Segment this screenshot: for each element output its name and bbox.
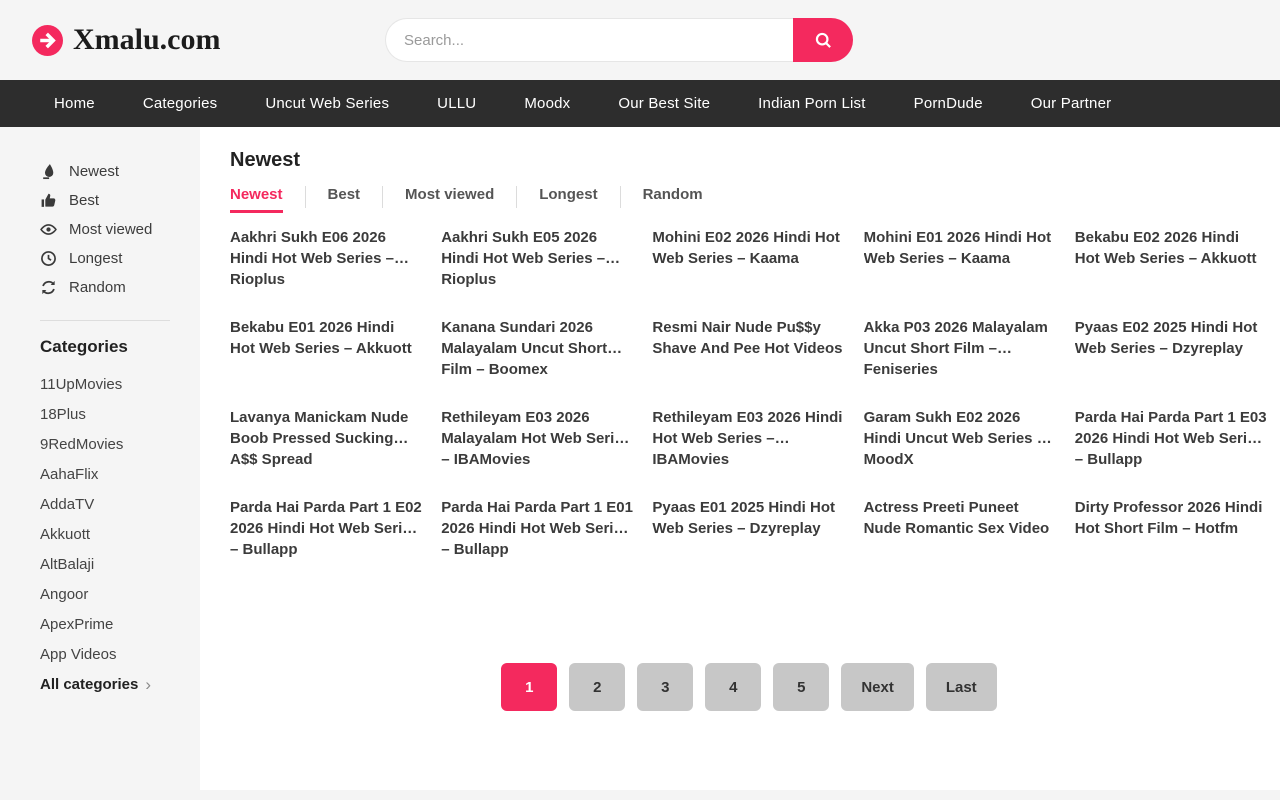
site-logo[interactable]: Xmalu.com bbox=[32, 23, 220, 57]
quill-icon bbox=[40, 163, 57, 180]
video-title-link[interactable]: Rethileyam E03 2026 Malayalam Hot Web Se… bbox=[441, 407, 634, 497]
pagination-button[interactable]: Last bbox=[926, 663, 997, 711]
video-title-link[interactable]: Dirty Professor 2026 Hindi Hot Short Fil… bbox=[1075, 497, 1268, 587]
nav-item[interactable]: Uncut Web Series bbox=[265, 95, 389, 112]
sidebar-sort-nav: Newest Best Most viewed Longest bbox=[0, 157, 200, 302]
video-title-link[interactable]: Bekabu E02 2026 Hindi Hot Web Series – A… bbox=[1075, 227, 1268, 317]
video-title-link[interactable]: Kanana Sundari 2026 Malayalam Uncut Shor… bbox=[441, 317, 634, 407]
pagination-button[interactable]: 2 bbox=[569, 663, 625, 711]
video-title-link[interactable]: Parda Hai Parda Part 1 E02 2026 Hindi Ho… bbox=[230, 497, 423, 587]
sort-tab[interactable]: Longest bbox=[539, 186, 642, 213]
category-link[interactable]: ApexPrime bbox=[0, 609, 200, 639]
thumbs-up-icon bbox=[40, 192, 57, 209]
sidebar-sort-label: Random bbox=[69, 279, 126, 296]
sort-tab-label: Random bbox=[643, 186, 703, 213]
search-input[interactable] bbox=[385, 18, 793, 62]
nav-item[interactable]: PornDude bbox=[914, 95, 983, 112]
nav-item[interactable]: Our Best Site bbox=[618, 95, 710, 112]
pagination-button[interactable]: 4 bbox=[705, 663, 761, 711]
sort-tab-label: Most viewed bbox=[405, 186, 494, 213]
sidebar-sort-item[interactable]: Best bbox=[0, 186, 200, 215]
category-link[interactable]: 11UpMovies bbox=[0, 369, 200, 399]
sidebar-sort-item[interactable]: Random bbox=[0, 273, 200, 302]
nav-item[interactable]: ULLU bbox=[437, 95, 476, 112]
all-categories-label: All categories bbox=[40, 676, 138, 693]
sidebar-sort-label: Longest bbox=[69, 250, 122, 267]
chevron-right-icon: › bbox=[145, 676, 151, 693]
page-title: Newest bbox=[230, 149, 1268, 172]
video-title-link[interactable]: Resmi Nair Nude Pu$$y Shave And Pee Hot … bbox=[652, 317, 845, 407]
pagination: 1 2 3 4 5 Next Last bbox=[230, 663, 1268, 711]
video-title-link[interactable]: Pyaas E01 2025 Hindi Hot Web Series – Dz… bbox=[652, 497, 845, 587]
sort-tab[interactable]: Random bbox=[643, 186, 703, 213]
sidebar-sort-item[interactable]: Newest bbox=[0, 157, 200, 186]
category-link[interactable]: 9RedMovies bbox=[0, 429, 200, 459]
category-link[interactable]: Angoor bbox=[0, 579, 200, 609]
pagination-button[interactable]: 5 bbox=[773, 663, 829, 711]
video-title-link[interactable]: Lavanya Manickam Nude Boob Pressed Sucki… bbox=[230, 407, 423, 497]
video-title-link[interactable]: Parda Hai Parda Part 1 E01 2026 Hindi Ho… bbox=[441, 497, 634, 587]
nav-item[interactable]: Home bbox=[54, 95, 95, 112]
main-content: Newest Newest Best Most viewed Longest bbox=[200, 127, 1280, 790]
site-title: Xmalu.com bbox=[73, 23, 220, 57]
video-title-link[interactable]: Parda Hai Parda Part 1 E03 2026 Hindi Ho… bbox=[1075, 407, 1268, 497]
sort-tabs: Newest Best Most viewed Longest Random bbox=[230, 186, 1268, 213]
search-form bbox=[385, 18, 853, 62]
video-title-link[interactable]: Actress Preeti Puneet Nude Romantic Sex … bbox=[864, 497, 1057, 587]
header: Xmalu.com bbox=[0, 0, 1280, 80]
nav-item[interactable]: Our Partner bbox=[1031, 95, 1112, 112]
pagination-button[interactable]: Next bbox=[841, 663, 914, 711]
sort-tab[interactable]: Most viewed bbox=[405, 186, 539, 213]
video-title-link[interactable]: Pyaas E02 2025 Hindi Hot Web Series – Dz… bbox=[1075, 317, 1268, 407]
sort-tab-label: Longest bbox=[539, 186, 597, 213]
footer-strip bbox=[0, 790, 1280, 800]
sidebar-sort-item[interactable]: Longest bbox=[0, 244, 200, 273]
category-link[interactable]: 18Plus bbox=[0, 399, 200, 429]
nav-item[interactable]: Moodx bbox=[524, 95, 570, 112]
nav-item[interactable]: Categories bbox=[143, 95, 218, 112]
search-button[interactable] bbox=[793, 18, 853, 62]
main-nav: Home Categories Uncut Web Series ULLU Mo… bbox=[0, 80, 1280, 127]
search-icon bbox=[813, 30, 834, 51]
sidebar-sort-label: Best bbox=[69, 192, 99, 209]
categories-heading: Categories bbox=[0, 337, 200, 357]
arrow-circle-right-icon bbox=[32, 25, 63, 56]
all-categories-link[interactable]: All categories › bbox=[0, 669, 200, 693]
eye-icon bbox=[40, 221, 57, 238]
video-title-link[interactable]: Aakhri Sukh E05 2026 Hindi Hot Web Serie… bbox=[441, 227, 634, 317]
pagination-button[interactable]: 1 bbox=[501, 663, 557, 711]
video-title-link[interactable]: Rethileyam E03 2026 Hindi Hot Web Series… bbox=[652, 407, 845, 497]
sidebar-sort-label: Most viewed bbox=[69, 221, 152, 238]
category-link[interactable]: Akkuott bbox=[0, 519, 200, 549]
sidebar-divider bbox=[40, 320, 170, 321]
sort-tab[interactable]: Best bbox=[328, 186, 406, 213]
video-title-link[interactable]: Garam Sukh E02 2026 Hindi Uncut Web Seri… bbox=[864, 407, 1057, 497]
video-title-link[interactable]: Bekabu E01 2026 Hindi Hot Web Series – A… bbox=[230, 317, 423, 407]
category-link[interactable]: AddaTV bbox=[0, 489, 200, 519]
sidebar-sort-item[interactable]: Most viewed bbox=[0, 215, 200, 244]
sidebar: Newest Best Most viewed Longest bbox=[0, 127, 200, 790]
video-title-link[interactable]: Mohini E01 2026 Hindi Hot Web Series – K… bbox=[864, 227, 1057, 317]
pagination-button[interactable]: 3 bbox=[637, 663, 693, 711]
video-title-link[interactable]: Aakhri Sukh E06 2026 Hindi Hot Web Serie… bbox=[230, 227, 423, 317]
category-link[interactable]: AltBalaji bbox=[0, 549, 200, 579]
video-title-link[interactable]: Akka P03 2026 Malayalam Uncut Short Film… bbox=[864, 317, 1057, 407]
video-title-link[interactable]: Mohini E02 2026 Hindi Hot Web Series – K… bbox=[652, 227, 845, 317]
sort-tab-label: Best bbox=[328, 186, 361, 213]
categories-list: 11UpMovies 18Plus 9RedMovies AahaFlix Ad… bbox=[0, 369, 200, 669]
refresh-icon bbox=[40, 279, 57, 296]
sort-tab[interactable]: Newest bbox=[230, 186, 328, 213]
nav-item[interactable]: Indian Porn List bbox=[758, 95, 865, 112]
clock-icon bbox=[40, 250, 57, 267]
category-link[interactable]: App Videos bbox=[0, 639, 200, 669]
category-link[interactable]: AahaFlix bbox=[0, 459, 200, 489]
video-grid: Aakhri Sukh E06 2026 Hindi Hot Web Serie… bbox=[230, 227, 1268, 587]
sort-tab-label: Newest bbox=[230, 186, 283, 213]
sidebar-sort-label: Newest bbox=[69, 163, 119, 180]
